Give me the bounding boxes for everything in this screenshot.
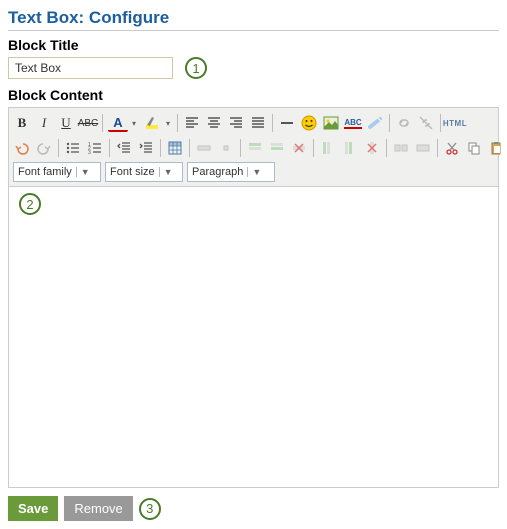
block-title-label: Block Title bbox=[8, 37, 499, 53]
hr-button[interactable] bbox=[277, 113, 297, 133]
font-family-select[interactable]: Font family ▼ bbox=[13, 162, 101, 182]
col-after-button[interactable] bbox=[340, 138, 360, 158]
html-source-button[interactable]: HTML bbox=[445, 113, 465, 133]
copy-button[interactable] bbox=[464, 138, 484, 158]
outdent-button[interactable] bbox=[114, 138, 134, 158]
chevron-down-icon: ▼ bbox=[159, 167, 173, 177]
align-right-button[interactable] bbox=[226, 113, 246, 133]
undo-button[interactable] bbox=[12, 138, 32, 158]
align-justify-button[interactable] bbox=[248, 113, 268, 133]
indent-button[interactable] bbox=[136, 138, 156, 158]
bold-button[interactable]: B bbox=[12, 113, 32, 133]
row-props-button[interactable] bbox=[194, 138, 214, 158]
row-after-button[interactable] bbox=[267, 138, 287, 158]
cut-button[interactable] bbox=[442, 138, 462, 158]
highlight-button[interactable] bbox=[142, 113, 162, 133]
redo-button[interactable] bbox=[34, 138, 54, 158]
link-button[interactable] bbox=[394, 113, 414, 133]
font-family-label: Font family bbox=[18, 166, 72, 178]
callout-2: 2 bbox=[19, 193, 41, 215]
callout-3: 3 bbox=[139, 498, 161, 520]
paste-button[interactable] bbox=[486, 138, 506, 158]
merge-cells-button[interactable] bbox=[413, 138, 433, 158]
save-button[interactable]: Save bbox=[8, 496, 58, 521]
font-size-select[interactable]: Font size ▼ bbox=[105, 162, 183, 182]
image-button[interactable] bbox=[321, 113, 341, 133]
unlink-button[interactable] bbox=[416, 113, 436, 133]
callout-1: 1 bbox=[185, 57, 207, 79]
text-color-button[interactable]: A bbox=[108, 114, 128, 132]
align-center-button[interactable] bbox=[204, 113, 224, 133]
block-title-input[interactable] bbox=[8, 57, 173, 79]
clear-format-button[interactable] bbox=[365, 113, 385, 133]
editor-toolbar: B I U ABC A ▾ ▾ ABC bbox=[9, 108, 498, 187]
chevron-down-icon: ▼ bbox=[247, 167, 261, 177]
editor-content-area[interactable]: 2 bbox=[9, 187, 498, 487]
svg-text:3: 3 bbox=[88, 150, 91, 155]
align-left-button[interactable] bbox=[182, 113, 202, 133]
font-size-label: Font size bbox=[110, 166, 155, 178]
bullet-list-button[interactable] bbox=[63, 138, 83, 158]
table-button[interactable] bbox=[165, 138, 185, 158]
italic-button[interactable]: I bbox=[34, 113, 54, 133]
row-before-button[interactable] bbox=[245, 138, 265, 158]
format-select[interactable]: Paragraph ▼ bbox=[187, 162, 275, 182]
split-cells-button[interactable] bbox=[391, 138, 411, 158]
number-list-button[interactable]: 123 bbox=[85, 138, 105, 158]
format-label: Paragraph bbox=[192, 166, 243, 178]
col-delete-button[interactable] bbox=[362, 138, 382, 158]
strike-button[interactable]: ABC bbox=[78, 113, 98, 133]
rich-text-editor: B I U ABC A ▾ ▾ ABC bbox=[8, 107, 499, 488]
underline-button[interactable]: U bbox=[56, 113, 76, 133]
block-content-label: Block Content bbox=[8, 87, 499, 103]
remove-button[interactable]: Remove bbox=[64, 496, 132, 521]
col-before-button[interactable] bbox=[318, 138, 338, 158]
highlight-dropdown[interactable]: ▾ bbox=[163, 113, 173, 133]
divider bbox=[8, 30, 499, 31]
text-color-dropdown[interactable]: ▾ bbox=[129, 113, 139, 133]
emoticon-button[interactable] bbox=[299, 113, 319, 133]
row-delete-button[interactable] bbox=[289, 138, 309, 158]
page-title: Text Box: Configure bbox=[8, 8, 499, 28]
spellcheck-button[interactable]: ABC bbox=[343, 113, 363, 133]
cell-props-button[interactable] bbox=[216, 138, 236, 158]
chevron-down-icon: ▼ bbox=[76, 167, 90, 177]
